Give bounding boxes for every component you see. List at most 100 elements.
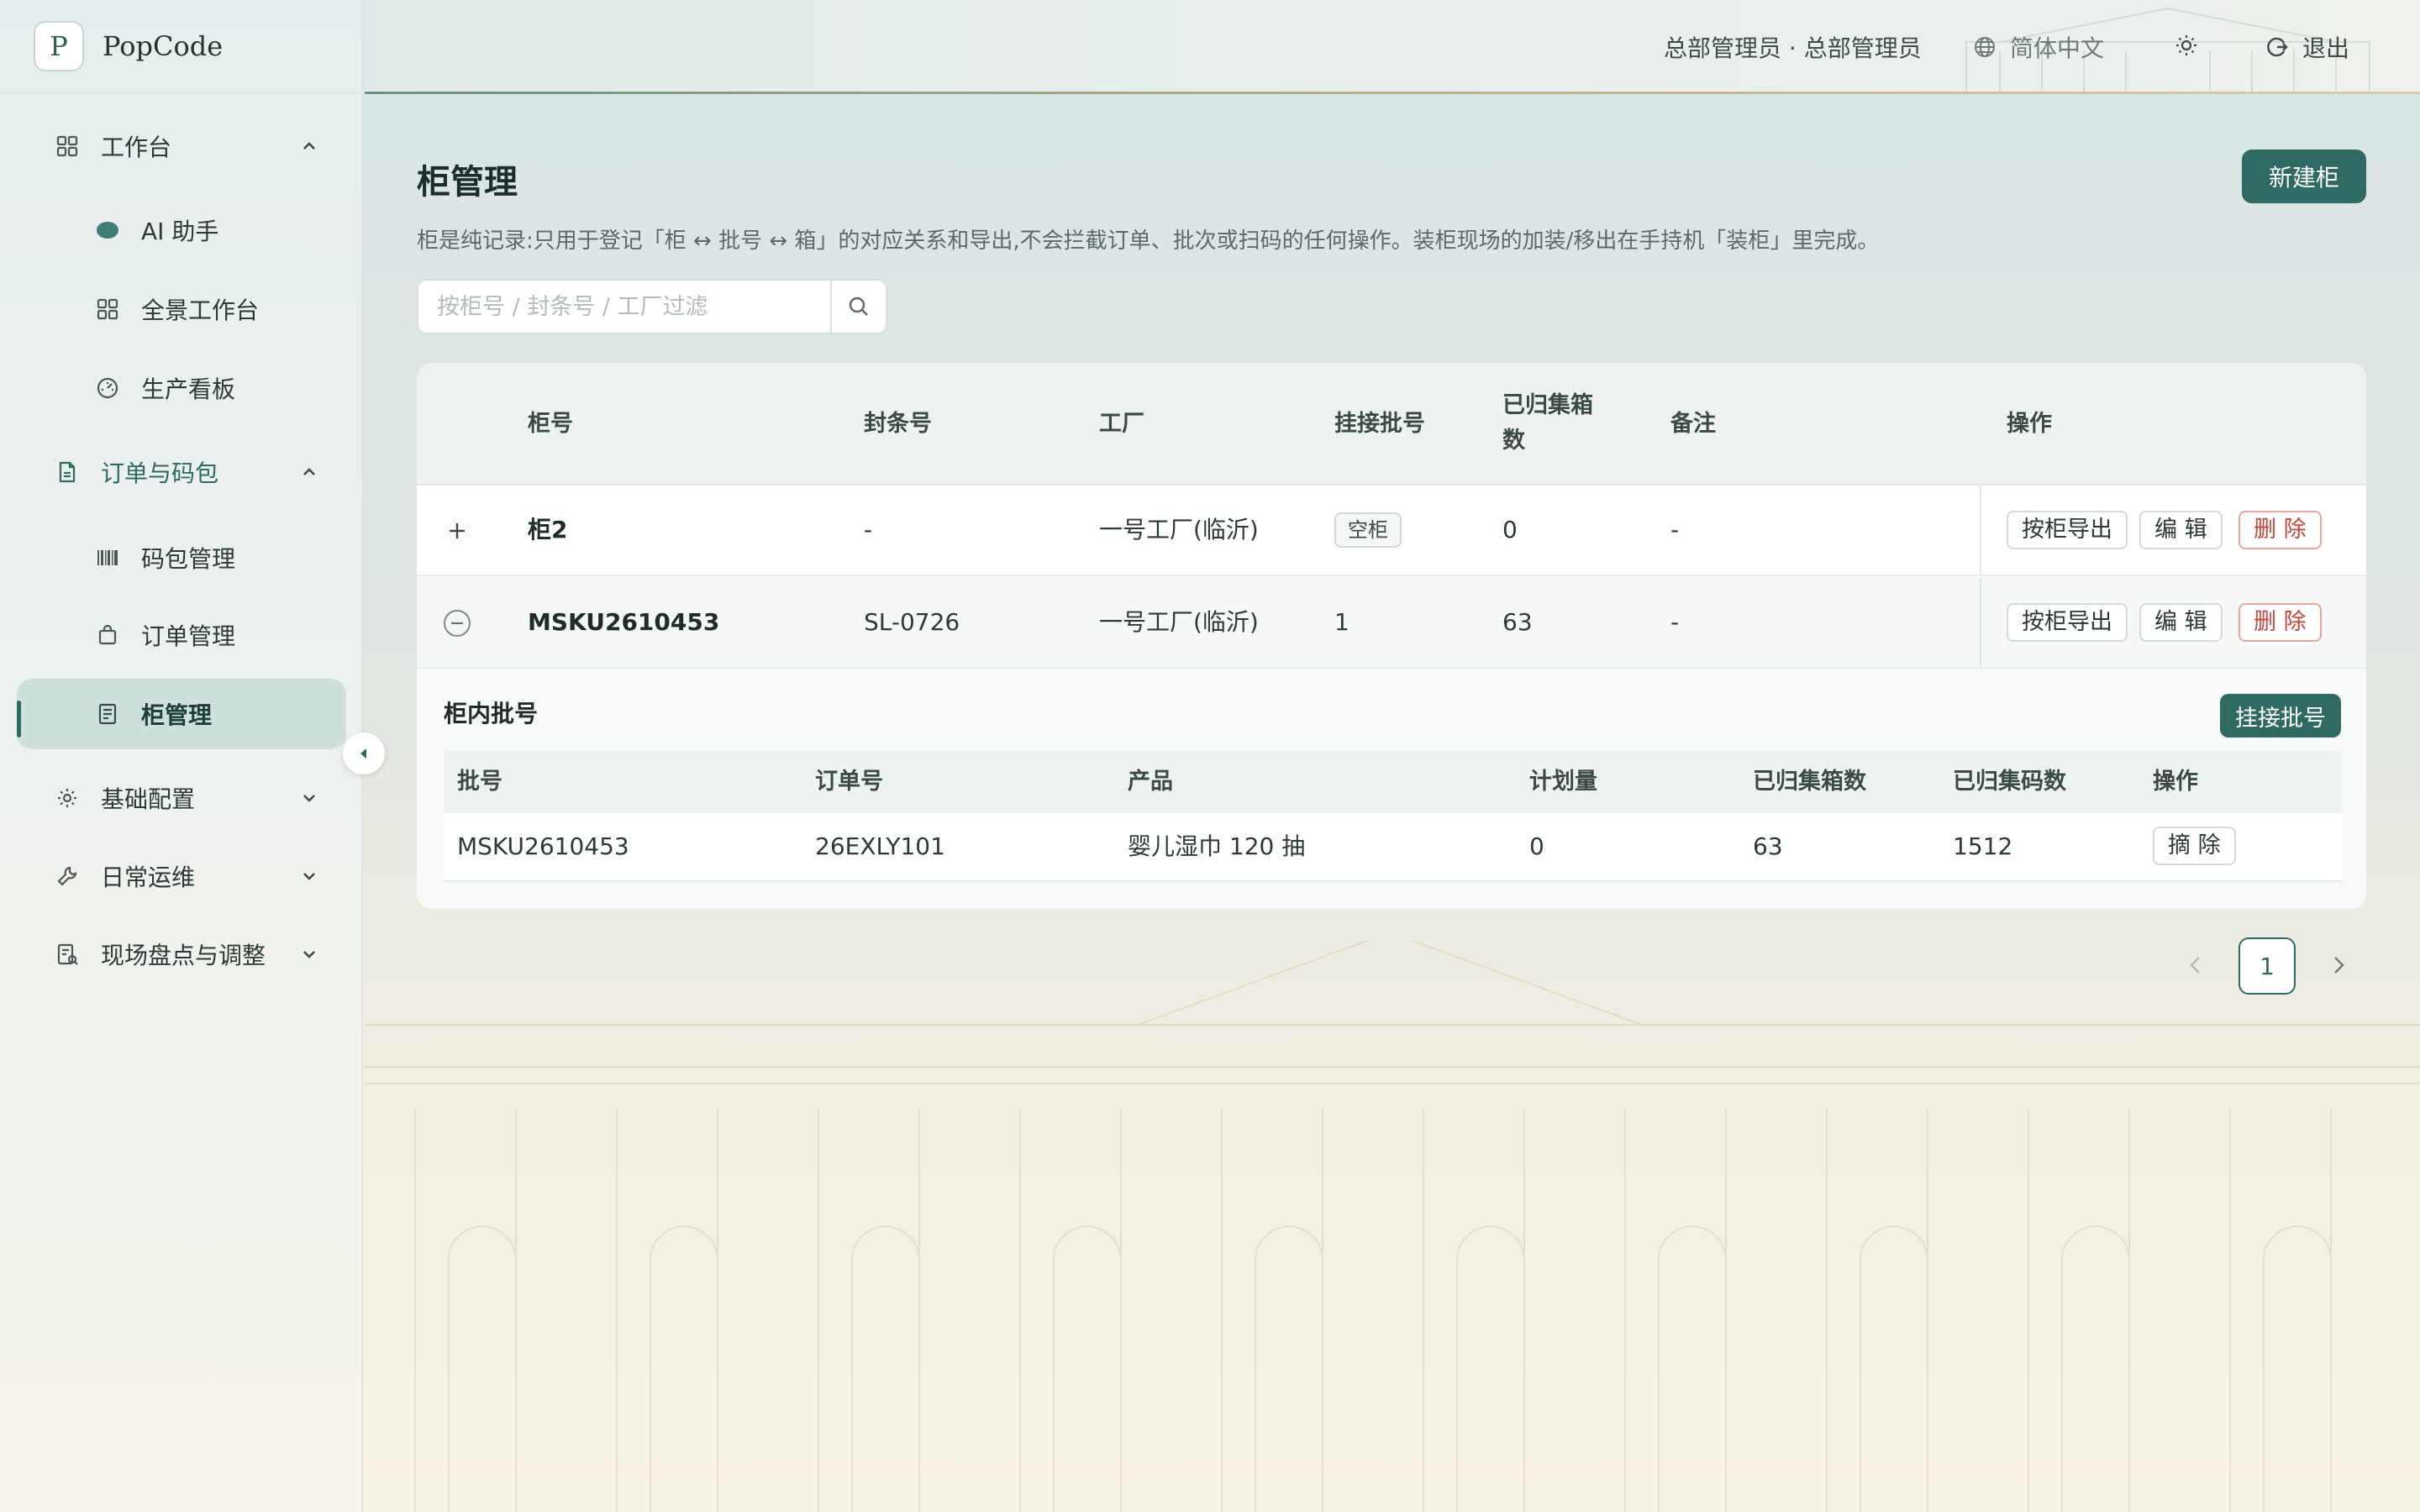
column-header: 操作 xyxy=(2153,769,2198,795)
sidebar-group-basic-config[interactable]: 基础配置 xyxy=(17,764,346,832)
ai-dot-icon xyxy=(97,222,118,239)
sidebar-item-production-board[interactable]: 生产看板 xyxy=(17,353,346,423)
barcode-icon xyxy=(97,550,118,565)
app-root: P PopCode 工作台 AI 助手 全景工作台 生产看板 订单与码包 码包管… xyxy=(0,0,2420,1512)
export-button[interactable]: 按柜导出 xyxy=(2007,603,2128,642)
factory: 一号工厂(临沂) xyxy=(1099,516,1259,543)
subtable-row: MSKU2610453 26EXLY101 婴儿湿巾 120 抽 0 63 15… xyxy=(444,813,2341,882)
column-header[interactable]: 柜号 xyxy=(528,407,573,442)
table-row: 柜2 - 一号工厂(临沂) 空柜 0 - 按柜导出 编 辑 删 除 xyxy=(417,486,2366,576)
column-header: 操作 xyxy=(2007,411,2052,437)
sidebar-item-panorama[interactable]: 全景工作台 xyxy=(17,274,346,344)
sidebar-item-label: 订单管理 xyxy=(141,622,236,650)
column-header: 批号 xyxy=(457,769,502,795)
new-container-button[interactable]: 新建柜 xyxy=(2242,150,2366,203)
attach-batch-button[interactable]: 挂接批号 xyxy=(2220,694,2341,738)
grid-icon xyxy=(97,298,118,320)
checklist-icon xyxy=(57,943,78,965)
container-number: 柜2 xyxy=(528,516,568,543)
product-name: 婴儿湿巾 120 抽 xyxy=(1128,832,1306,860)
column-header[interactable]: 备注 xyxy=(1670,407,1716,442)
grid-icon xyxy=(56,135,78,157)
row-actions: 按柜导出 编 辑 删 除 xyxy=(1980,578,2366,667)
export-button[interactable]: 按柜导出 xyxy=(2007,511,2128,549)
column-header[interactable]: 工厂 xyxy=(1099,407,1144,442)
brand[interactable]: P PopCode xyxy=(34,20,223,72)
sidebar-group-orders[interactable]: 订单与码包 xyxy=(17,438,346,506)
language-label: 简体中文 xyxy=(2010,34,2105,62)
sidebar-group-operations[interactable]: 日常运维 xyxy=(17,843,346,910)
top-header xyxy=(365,0,2420,92)
column-header: 已归集码数 xyxy=(1953,769,2066,795)
search-box xyxy=(417,279,887,334)
list-doc-icon xyxy=(98,703,117,725)
sidebar-group-label: 基础配置 xyxy=(101,785,196,813)
expand-row-button[interactable] xyxy=(444,517,471,544)
column-header[interactable]: 已归集箱数 xyxy=(1502,388,1612,459)
logout-button[interactable]: 退出 xyxy=(2265,30,2349,64)
chevron-up-icon xyxy=(303,142,315,150)
edit-button[interactable]: 编 辑 xyxy=(2139,511,2223,549)
delete-button[interactable]: 删 除 xyxy=(2238,511,2322,549)
selection-indicator xyxy=(17,701,21,738)
container-batches-panel: 柜内批号 挂接批号 批号 订单号 产品 计划量 已归集箱数 已归集码数 操作 M… xyxy=(417,669,2366,909)
current-user[interactable]: 总部管理员 · 总部管理员 xyxy=(1664,30,1922,64)
seal-number: - xyxy=(864,516,873,543)
table-row: MSKU2610453 SL-0726 一号工厂(临沂) 1 63 - 按柜导出… xyxy=(417,578,2366,669)
chevron-down-icon xyxy=(303,795,315,802)
plus-icon xyxy=(450,523,465,538)
page-title: 柜管理 xyxy=(417,163,518,202)
subtable-title: 柜内批号 xyxy=(444,700,539,727)
column-header[interactable]: 挂接批号 xyxy=(1334,407,1425,442)
sidebar-item-orders[interactable]: 订单管理 xyxy=(17,600,346,670)
remark: - xyxy=(1670,608,1680,636)
gauge-icon xyxy=(97,377,118,399)
status-badge: 空柜 xyxy=(1334,512,1402,548)
edit-button[interactable]: 编 辑 xyxy=(2139,603,2223,642)
sidebar-group-label: 日常运维 xyxy=(101,864,196,891)
column-header[interactable]: 封条号 xyxy=(864,407,932,442)
container-number: MSKU2610453 xyxy=(528,608,720,636)
minus-icon xyxy=(451,622,463,625)
sidebar-group-inventory[interactable]: 现场盘点与调整 xyxy=(17,921,346,988)
language-switcher[interactable]: 简体中文 xyxy=(1973,30,2104,64)
collapse-row-button[interactable] xyxy=(444,610,471,637)
logout-label: 退出 xyxy=(2302,34,2350,62)
page-description: 柜是纯记录:只用于登记「柜 ↔ 批号 ↔ 箱」的对应关系和导出,不会拦截订单、批… xyxy=(417,228,1880,254)
chevron-up-icon xyxy=(303,468,315,475)
planned-quantity: 0 xyxy=(1529,832,1544,860)
gear-icon xyxy=(58,789,76,807)
sidebar-group-label: 订单与码包 xyxy=(101,459,219,487)
globe-icon xyxy=(1975,37,1995,57)
search-button[interactable] xyxy=(830,281,886,333)
brand-logo: P xyxy=(34,21,84,71)
sidebar-group-workbench[interactable]: 工作台 xyxy=(17,113,346,180)
seal-number: SL-0726 xyxy=(864,608,960,636)
factory: 一号工厂(临沂) xyxy=(1099,608,1259,636)
document-icon xyxy=(59,461,76,483)
caret-left-icon xyxy=(360,748,366,759)
table-header: 柜号 封条号 工厂 挂接批号 已归集箱数 备注 操作 xyxy=(417,363,2366,486)
sidebar-group-label: 工作台 xyxy=(101,134,172,161)
batch-number: MSKU2610453 xyxy=(457,832,629,860)
chevron-down-icon xyxy=(303,873,315,880)
bag-icon xyxy=(98,624,117,645)
delete-button[interactable]: 删 除 xyxy=(2238,603,2322,642)
sidebar-group-label: 现场盘点与调整 xyxy=(101,942,266,969)
sun-icon[interactable] xyxy=(2175,34,2198,57)
logout-icon xyxy=(2267,37,2288,57)
search-input[interactable] xyxy=(420,282,829,331)
architecture-watermark xyxy=(365,941,2420,1512)
column-header: 产品 xyxy=(1128,769,1173,795)
sidebar-item-code-packages[interactable]: 码包管理 xyxy=(17,522,346,593)
sidebar-divider xyxy=(0,92,363,94)
sidebar-item-containers[interactable]: 柜管理 xyxy=(17,679,346,749)
chevron-down-icon xyxy=(303,951,315,958)
brand-name: PopCode xyxy=(103,30,224,62)
column-header: 计划量 xyxy=(1529,769,1597,795)
sidebar-item-ai-assistant[interactable]: AI 助手 xyxy=(17,195,346,265)
sidebar-item-label: 码包管理 xyxy=(141,545,236,573)
row-actions: 按柜导出 编 辑 删 除 xyxy=(1980,486,2366,575)
detach-button[interactable]: 摘 除 xyxy=(2153,827,2236,865)
sidebar-collapse-button[interactable] xyxy=(343,732,385,774)
